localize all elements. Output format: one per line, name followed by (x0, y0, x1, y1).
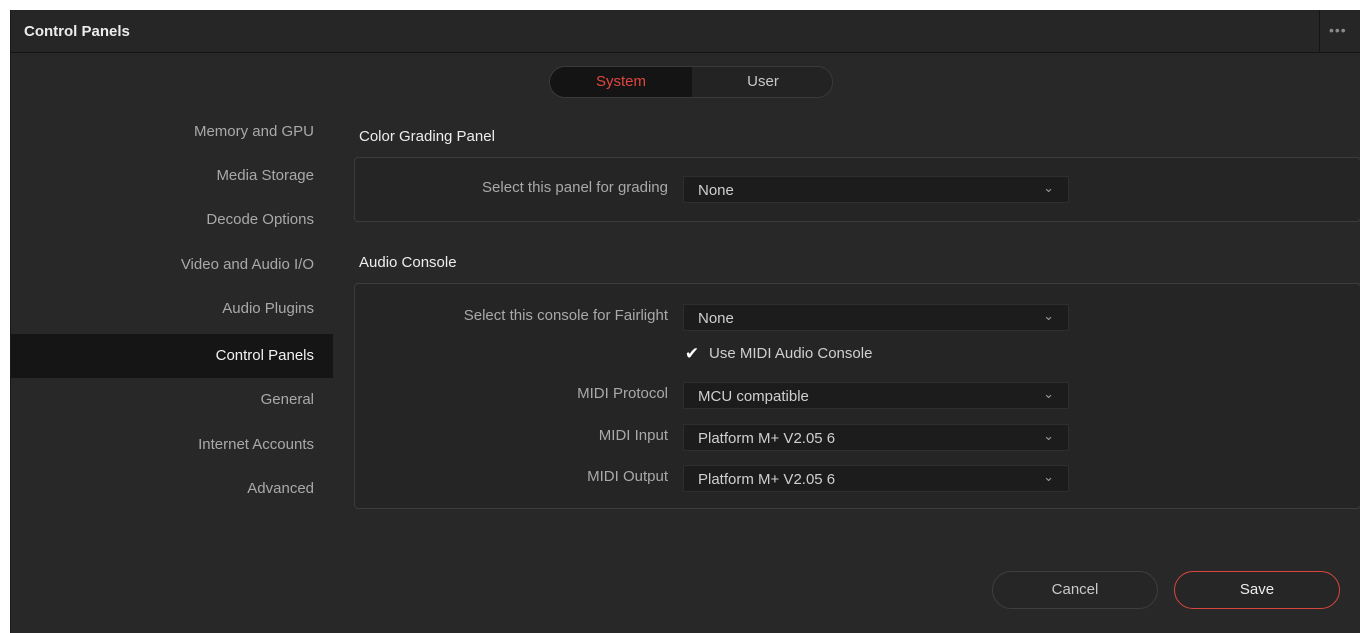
sidebar-item-decode-options[interactable]: Decode Options (11, 198, 333, 242)
save-button[interactable]: Save (1174, 571, 1340, 609)
audio-console-group: Select this console for Fairlight None ⌄… (354, 283, 1360, 509)
use-midi-label: Use MIDI Audio Console (709, 345, 873, 362)
sidebar-item-general[interactable]: General (11, 378, 333, 422)
fairlight-console-value: None (698, 310, 734, 327)
tab-user[interactable]: User (692, 67, 832, 97)
window-title: Control Panels (24, 23, 130, 40)
fairlight-console-label: Select this console for Fairlight (463, 307, 668, 324)
sidebar-item-media-storage[interactable]: Media Storage (11, 154, 333, 198)
sidebar-item-video-audio-io[interactable]: Video and Audio I/O (11, 243, 333, 287)
grading-panel-value: None (698, 182, 734, 199)
sidebar-item-memory-gpu[interactable]: Memory and GPU (11, 110, 333, 154)
grading-panel-dropdown[interactable]: None ⌄ (683, 176, 1069, 203)
chevron-down-icon: ⌄ (1043, 386, 1054, 401)
sidebar-item-control-panels[interactable]: Control Panels (11, 334, 333, 378)
sidebar-item-audio-plugins[interactable]: Audio Plugins (11, 287, 333, 331)
chevron-down-icon: ⌄ (1043, 308, 1054, 323)
midi-input-dropdown[interactable]: Platform M+ V2.05 6 ⌄ (683, 424, 1069, 451)
audio-console-section-title: Audio Console (359, 254, 457, 271)
midi-input-label: MIDI Input (598, 427, 668, 444)
title-bar-divider (1319, 10, 1320, 53)
midi-protocol-value: MCU compatible (698, 388, 809, 405)
sidebar-item-internet-accounts[interactable]: Internet Accounts (11, 423, 333, 467)
midi-output-label: MIDI Output (587, 468, 668, 485)
midi-input-value: Platform M+ V2.05 6 (698, 430, 836, 447)
checkmark-icon: ✔ (684, 344, 700, 363)
cancel-button[interactable]: Cancel (992, 571, 1158, 609)
midi-output-value: Platform M+ V2.05 6 (698, 471, 836, 488)
more-dots-icon[interactable]: ••• (1329, 22, 1347, 38)
midi-protocol-label: MIDI Protocol (577, 385, 668, 402)
color-grading-group: Select this panel for grading None ⌄ (354, 157, 1360, 222)
chevron-down-icon: ⌄ (1043, 428, 1054, 443)
title-bar: Control Panels ••• (11, 10, 1360, 53)
use-midi-audio-console-checkbox[interactable]: ✔ Use MIDI Audio Console (683, 343, 983, 367)
midi-protocol-dropdown[interactable]: MCU compatible ⌄ (683, 382, 1069, 409)
fairlight-console-dropdown[interactable]: None ⌄ (683, 304, 1069, 331)
chevron-down-icon: ⌄ (1043, 180, 1054, 195)
preferences-window: Control Panels ••• System User Memory an… (10, 10, 1360, 633)
system-user-toggle: System User (549, 66, 833, 98)
sidebar-item-advanced[interactable]: Advanced (11, 467, 333, 511)
grading-panel-label: Select this panel for grading (482, 179, 668, 196)
midi-output-dropdown[interactable]: Platform M+ V2.05 6 ⌄ (683, 465, 1069, 492)
tab-system[interactable]: System (550, 67, 692, 97)
color-grading-section-title: Color Grading Panel (359, 128, 495, 145)
chevron-down-icon: ⌄ (1043, 469, 1054, 484)
